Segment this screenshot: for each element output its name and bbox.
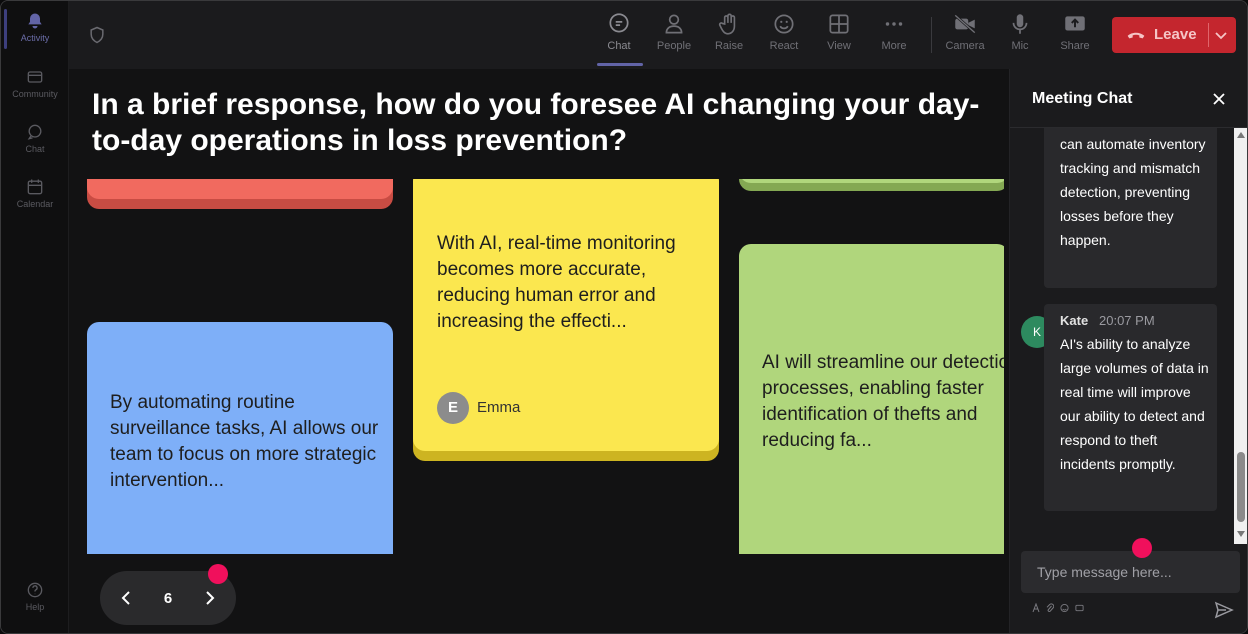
raise-label: Raise — [714, 40, 744, 52]
cursor-marker — [208, 564, 228, 584]
note-text: With AI, real-time monitoring becomes mo… — [437, 233, 676, 332]
share-button[interactable]: Share — [1053, 11, 1097, 52]
cursor-marker — [1132, 538, 1152, 558]
rail-item-help[interactable]: Help — [1, 580, 69, 612]
rail-label: Activity — [20, 33, 50, 43]
scroll-up-arrow-icon[interactable] — [1237, 132, 1245, 138]
meeting-chat-panel: Meeting Chat can automate inventory trac… — [1009, 69, 1247, 633]
rail-label: Community — [12, 89, 58, 99]
scrollbar-thumb[interactable] — [1237, 452, 1245, 522]
gif-icon[interactable] — [1075, 603, 1084, 613]
more-button[interactable]: More — [872, 11, 916, 52]
meeting-toolbar: Chat People Raise React View More Camera — [69, 1, 1247, 69]
chat-message: can automate inventory tracking and mism… — [1044, 128, 1217, 288]
page-number: 6 — [163, 590, 173, 607]
chat-label: Chat — [607, 40, 631, 52]
chat-title: Meeting Chat — [1032, 90, 1133, 107]
react-button[interactable]: React — [762, 11, 806, 52]
close-icon[interactable] — [1209, 89, 1229, 109]
people-icon — [665, 14, 683, 34]
toolbar-separator — [931, 17, 932, 53]
sticky-note-green[interactable]: AI will streamline our detection process… — [739, 244, 1004, 554]
smile-icon — [774, 14, 794, 34]
chat-messages[interactable]: can automate inventory tracking and mism… — [1010, 128, 1247, 544]
note-text: AI will streamline our detection process… — [762, 352, 1004, 451]
note-text: By automating routine surveillance tasks… — [110, 392, 379, 491]
avatar: E — [437, 392, 469, 424]
camera-button[interactable]: Camera — [943, 11, 987, 52]
question-title: In a brief response, how do you foresee … — [92, 88, 980, 157]
rail-label: Chat — [25, 144, 45, 154]
help-icon — [27, 582, 43, 598]
format-toolbar — [1032, 602, 1112, 615]
more-label: More — [881, 40, 907, 52]
mic-icon — [1012, 14, 1028, 34]
share-icon — [1065, 16, 1085, 31]
community-icon — [27, 71, 43, 83]
share-label: Share — [1060, 40, 1090, 52]
format-icon[interactable] — [1032, 602, 1040, 613]
rail-label: Help — [25, 602, 45, 612]
mic-button[interactable]: Mic — [998, 11, 1042, 52]
leave-button[interactable]: Leave — [1112, 17, 1236, 53]
note-author: Emma — [477, 399, 521, 416]
chat-button[interactable]: Chat — [597, 11, 641, 52]
mic-label: Mic — [1011, 40, 1029, 52]
emoji-icon[interactable] — [1060, 603, 1069, 613]
message-text: can automate inventory tracking and mism… — [1060, 136, 1206, 248]
people-button[interactable]: People — [652, 11, 696, 52]
sticky-note-red[interactable] — [87, 179, 393, 199]
more-icon — [885, 22, 903, 26]
camera-off-icon — [954, 14, 976, 34]
chevron-left-icon[interactable] — [116, 588, 136, 608]
sticky-note-blue[interactable]: By automating routine surveillance tasks… — [87, 322, 393, 554]
sticky-note-green-top[interactable] — [739, 179, 1004, 183]
chat-message: Kate 20:07 PM AI's ability to analyze la… — [1044, 304, 1217, 511]
chat-icon — [27, 124, 42, 140]
leave-label: Leave — [1154, 26, 1197, 43]
grid-icon — [829, 14, 849, 34]
leave-separator — [1208, 23, 1209, 47]
message-text: AI's ability to analyze large volumes of… — [1060, 336, 1209, 472]
board-area: In a brief response, how do you foresee … — [69, 69, 1009, 633]
chat-active-indicator — [597, 63, 643, 66]
calendar-icon — [27, 179, 43, 195]
react-label: React — [769, 40, 799, 52]
shield-icon[interactable] — [87, 25, 107, 45]
sticky-note-yellow[interactable]: With AI, real-time monitoring becomes mo… — [413, 179, 719, 451]
view-button[interactable]: View — [817, 11, 861, 52]
rail-label: Calendar — [16, 199, 54, 209]
attach-icon[interactable] — [1046, 603, 1055, 613]
rail-item-community[interactable]: Community — [1, 67, 69, 99]
view-label: View — [827, 40, 851, 52]
raise-hand-button[interactable]: Raise — [707, 11, 751, 52]
rail-item-activity[interactable]: Activity — [1, 11, 69, 43]
message-author: Kate — [1060, 313, 1089, 328]
left-rail: Activity Community Chat Calendar Help — [1, 1, 69, 633]
message-time: 20:07 PM — [1099, 313, 1155, 328]
scroll-down-arrow-icon[interactable] — [1237, 531, 1245, 537]
rail-item-calendar[interactable]: Calendar — [1, 177, 69, 209]
app-window: Activity Community Chat Calendar Help Ch… — [0, 0, 1248, 634]
send-icon[interactable] — [1214, 600, 1234, 620]
hand-icon — [718, 13, 736, 35]
notes-board: With AI, real-time monitoring becomes mo… — [69, 179, 1004, 554]
chevron-right-icon[interactable] — [200, 588, 220, 608]
chat-icon — [609, 13, 629, 33]
people-label: People — [656, 40, 692, 52]
phone-hangup-icon — [1127, 32, 1145, 39]
camera-label: Camera — [945, 40, 985, 52]
bell-icon — [28, 13, 42, 29]
chat-message-input[interactable] — [1021, 551, 1240, 593]
chat-scrollbar[interactable] — [1234, 128, 1247, 544]
rail-item-chat[interactable]: Chat — [1, 122, 69, 154]
chevron-down-icon[interactable] — [1213, 27, 1229, 43]
